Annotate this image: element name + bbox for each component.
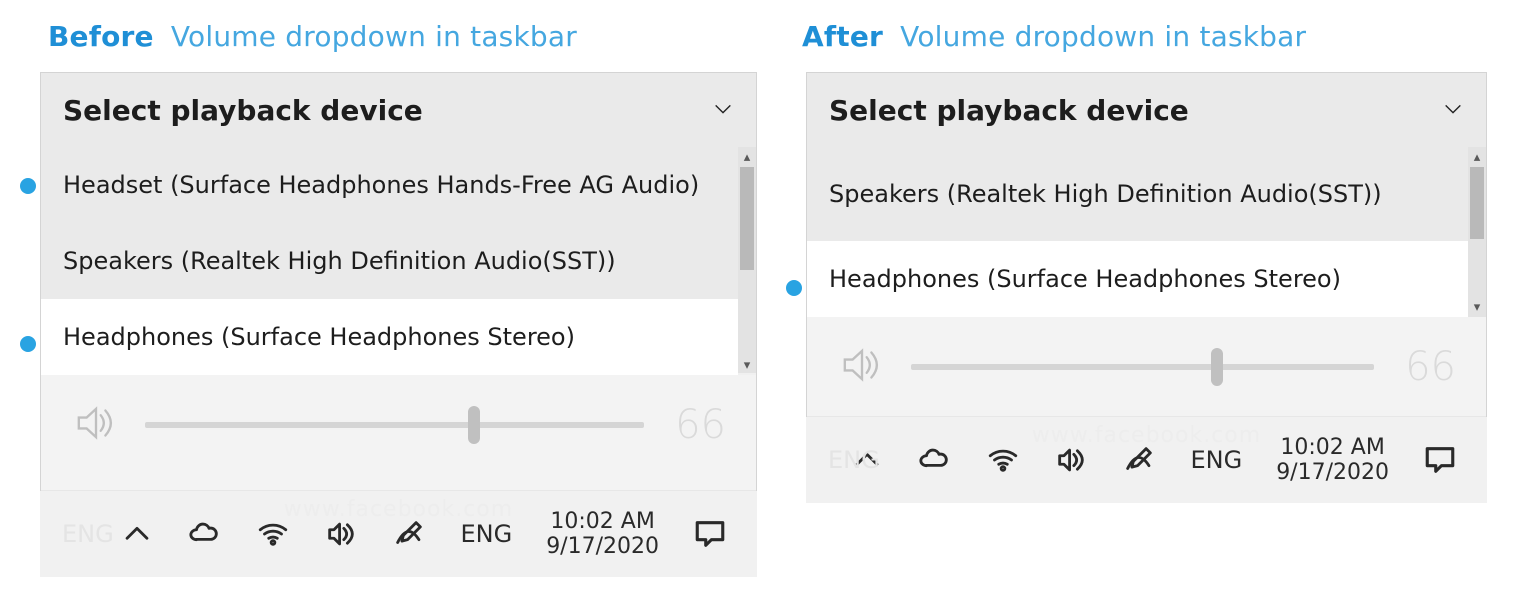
clock-time: 10:02 AM [1280, 435, 1384, 460]
language-indicator[interactable]: ENG [1190, 446, 1242, 474]
lang-ghost: ENG [828, 446, 880, 474]
device-list: Speakers (Realtek High Definition Audio(… [807, 147, 1486, 317]
device-label: Speakers (Realtek High Definition Audio(… [829, 180, 1382, 208]
volume-tray-icon[interactable] [1054, 443, 1088, 477]
clock[interactable]: 10:02 AM 9/17/2020 [1276, 435, 1389, 486]
scroll-up-icon[interactable]: ▴ [738, 147, 756, 167]
windows-ink-icon[interactable] [1122, 443, 1156, 477]
flyout-title: Select playback device [63, 94, 423, 127]
scroll-down-icon[interactable]: ▾ [738, 355, 756, 375]
speaker-icon[interactable] [837, 340, 887, 394]
volume-slider[interactable] [911, 363, 1374, 371]
language-indicator[interactable]: ENG [460, 520, 512, 548]
volume-flyout-before: Select playback device Headset (Surface … [40, 72, 757, 491]
bluetooth-dot-icon [20, 336, 36, 352]
device-list: Headset (Surface Headphones Hands-Free A… [41, 147, 756, 375]
scroll-down-icon[interactable]: ▾ [1468, 297, 1486, 317]
device-row[interactable]: Speakers (Realtek High Definition Audio(… [807, 147, 1486, 241]
volume-area: 66 [807, 317, 1486, 417]
device-label: Headphones (Surface Headphones Stereo) [63, 323, 575, 351]
speaker-icon[interactable] [71, 398, 121, 452]
taskbar-before: www.facebook.com ENG ENG [40, 491, 757, 577]
device-row[interactable]: Headphones (Surface Headphones Stereo) [41, 299, 756, 375]
after-sub: Volume dropdown in taskbar [900, 20, 1306, 53]
clock-date: 9/17/2020 [1276, 460, 1389, 485]
after-bold: After [802, 20, 883, 53]
chevron-down-icon [712, 94, 734, 127]
scrollbar[interactable]: ▴ ▾ [738, 147, 756, 375]
after-caption: After Volume dropdown in taskbar [802, 20, 1306, 53]
bluetooth-dot-icon [786, 280, 802, 296]
slider-thumb[interactable] [468, 406, 480, 444]
slider-track [911, 364, 1374, 370]
scrollbar[interactable]: ▴ ▾ [1468, 147, 1486, 317]
windows-ink-icon[interactable] [392, 517, 426, 551]
before-sub: Volume dropdown in taskbar [171, 20, 577, 53]
scroll-thumb[interactable] [740, 167, 754, 270]
scroll-track[interactable] [738, 167, 756, 355]
tray-overflow-chevron-icon[interactable] [120, 517, 154, 551]
flyout-header[interactable]: Select playback device [807, 73, 1486, 147]
volume-flyout-after: Select playback device Speakers (Realtek… [806, 72, 1487, 417]
chevron-down-icon [1442, 94, 1464, 127]
wifi-icon[interactable] [256, 517, 290, 551]
device-row[interactable]: Headphones (Surface Headphones Stereo) [807, 241, 1486, 317]
taskbar-after: www.facebook.com ENG ENG [806, 417, 1487, 503]
device-label: Headphones (Surface Headphones Stereo) [829, 265, 1341, 293]
volume-area: 66 [41, 375, 756, 475]
device-label: Headset (Surface Headphones Hands-Free A… [63, 171, 699, 199]
scroll-up-icon[interactable]: ▴ [1468, 147, 1486, 167]
clock-date: 9/17/2020 [546, 534, 659, 559]
flyout-title: Select playback device [829, 94, 1189, 127]
flyout-header[interactable]: Select playback device [41, 73, 756, 147]
before-bold: Before [48, 20, 154, 53]
clock[interactable]: 10:02 AM 9/17/2020 [546, 509, 659, 560]
onedrive-icon[interactable] [918, 443, 952, 477]
action-center-icon[interactable] [693, 517, 727, 551]
volume-value: 66 [668, 402, 726, 448]
bluetooth-dot-icon [20, 178, 36, 194]
onedrive-icon[interactable] [188, 517, 222, 551]
wifi-icon[interactable] [986, 443, 1020, 477]
scroll-thumb[interactable] [1470, 167, 1484, 239]
device-row[interactable]: Speakers (Realtek High Definition Audio(… [41, 223, 756, 299]
slider-thumb[interactable] [1211, 348, 1223, 386]
volume-slider[interactable] [145, 421, 644, 429]
volume-value: 66 [1398, 344, 1456, 390]
action-center-icon[interactable] [1423, 443, 1457, 477]
volume-tray-icon[interactable] [324, 517, 358, 551]
before-caption: Before Volume dropdown in taskbar [48, 20, 577, 53]
device-row[interactable]: Headset (Surface Headphones Hands-Free A… [41, 147, 756, 223]
scroll-track[interactable] [1468, 167, 1486, 297]
clock-time: 10:02 AM [550, 509, 654, 534]
lang-ghost: ENG [62, 520, 114, 548]
slider-track [145, 422, 644, 428]
device-label: Speakers (Realtek High Definition Audio(… [63, 247, 616, 275]
